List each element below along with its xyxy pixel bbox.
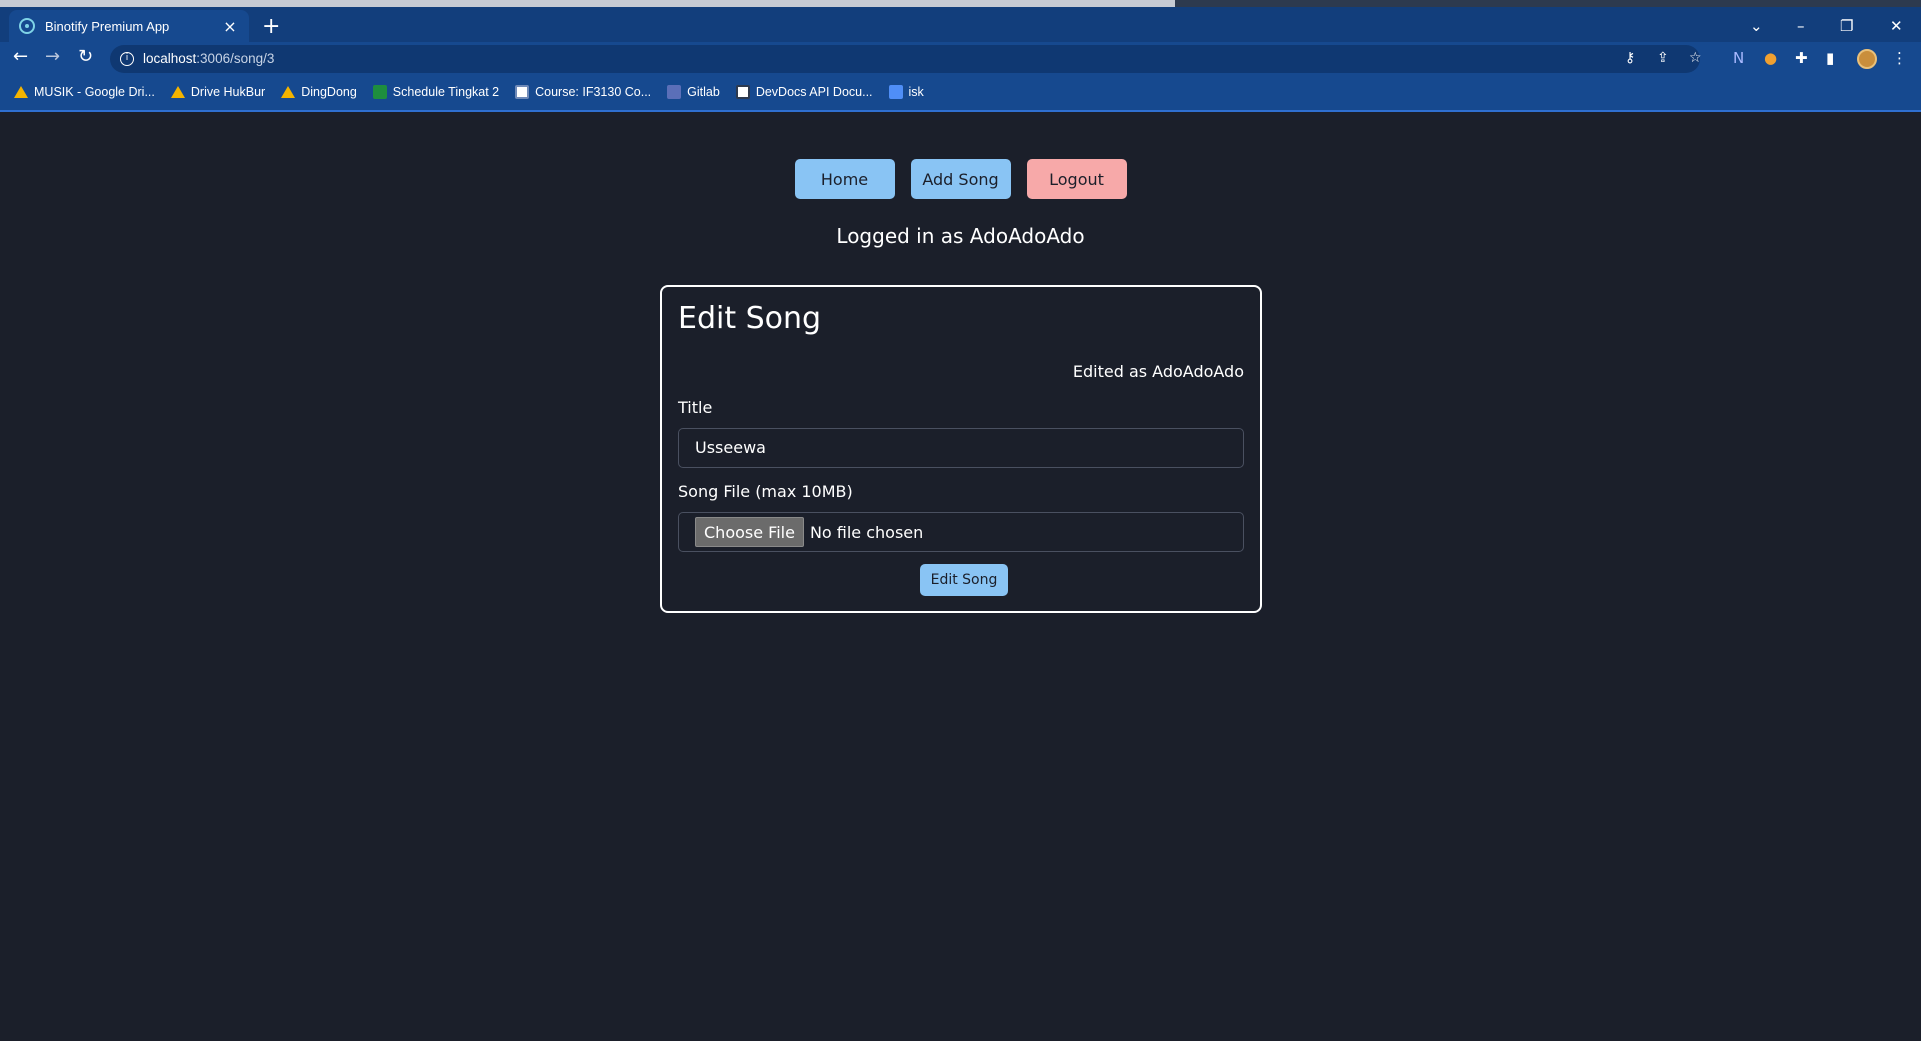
drive-icon	[170, 86, 185, 98]
gitlab-icon	[667, 85, 682, 99]
bookmark-label: DingDong	[301, 85, 357, 99]
bookmark-label: isk	[908, 85, 924, 99]
logout-button[interactable]: Logout	[1026, 159, 1127, 199]
bookmark-drive-hukbur[interactable]: Drive HukBur	[170, 85, 266, 99]
back-icon[interactable]: ←	[13, 48, 28, 66]
new-tab-button[interactable]: +	[262, 16, 280, 38]
forward-icon[interactable]: →	[45, 48, 60, 66]
restore-icon[interactable]: ❐	[1840, 17, 1853, 35]
url-path: :3006/song/3	[196, 51, 275, 66]
course-icon	[515, 85, 530, 99]
browser-chrome: Binotify Premium App × + ⌄ – ❐ ✕ ← → ↻ i…	[0, 0, 1921, 112]
menu-kebab-icon[interactable]: ⋮	[1892, 49, 1907, 67]
tab-strip: Binotify Premium App × + ⌄ – ❐ ✕	[0, 7, 1921, 42]
song-file-label: Song File (max 10MB)	[678, 482, 853, 501]
add-song-button[interactable]: Add Song	[910, 159, 1011, 199]
form-heading: Edit Song	[678, 301, 822, 336]
browser-tab[interactable]: Binotify Premium App ×	[9, 10, 249, 42]
share-icon[interactable]: ⇪	[1657, 50, 1669, 66]
main-nav: Home Add Song Logout	[0, 159, 1921, 199]
tab-search-icon[interactable]: ⌄	[1750, 17, 1763, 35]
profile-avatar[interactable]	[1857, 49, 1877, 69]
devdocs-icon	[735, 85, 750, 99]
edited-as-text: Edited as AdoAdoAdo	[1072, 362, 1244, 381]
bookmark-label: Drive HukBur	[190, 85, 266, 99]
password-key-icon[interactable]: ⚷	[1625, 50, 1635, 66]
bookmark-dingdong[interactable]: DingDong	[281, 85, 357, 99]
song-file-input[interactable]: Choose File No file chosen	[678, 512, 1244, 552]
reload-icon[interactable]: ↻	[78, 48, 93, 66]
browser-toolbar: ← → ↻ i localhost:3006/song/3 ⚷ ⇪ ☆ N ● …	[0, 42, 1921, 76]
minimize-icon[interactable]: –	[1797, 17, 1805, 35]
drive-icon	[281, 86, 296, 98]
home-button[interactable]: Home	[794, 159, 895, 199]
choose-file-button[interactable]: Choose File	[695, 517, 804, 547]
bookmark-schedule[interactable]: Schedule Tingkat 2	[372, 85, 500, 99]
bookmark-musik[interactable]: MUSIK - Google Dri...	[14, 85, 155, 99]
title-label: Title	[678, 398, 713, 417]
bookmark-devdocs[interactable]: DevDocs API Docu...	[735, 85, 873, 99]
close-window-icon[interactable]: ✕	[1890, 17, 1903, 35]
url-host: localhost	[143, 51, 197, 66]
extensions-puzzle-icon[interactable]: ✚	[1795, 49, 1808, 67]
edit-song-form: Edit Song Edited as AdoAdoAdo Title Usse…	[660, 285, 1262, 613]
bookmark-star-icon[interactable]: ☆	[1689, 50, 1702, 66]
cookie-extension-icon[interactable]: ●	[1764, 49, 1777, 67]
url-text: localhost:3006/song/3	[143, 51, 274, 66]
page-load-progress	[0, 0, 1921, 7]
bookmark-label: Schedule Tingkat 2	[392, 85, 500, 99]
drive-icon	[14, 86, 28, 98]
bookmarks-bar: MUSIK - Google Dri... Drive HukBur DingD…	[14, 81, 924, 103]
title-input[interactable]: Usseewa	[678, 428, 1244, 468]
react-favicon-icon	[19, 18, 35, 34]
bookmark-isk[interactable]: isk	[888, 85, 924, 99]
bookmark-gitlab[interactable]: Gitlab	[667, 85, 720, 99]
sheets-icon	[372, 85, 387, 99]
bookmark-label: DevDocs API Docu...	[755, 85, 873, 99]
no-file-chosen-text: No file chosen	[809, 522, 924, 542]
bookmark-label: Gitlab	[687, 85, 720, 99]
side-panel-icon[interactable]: ▮	[1826, 49, 1834, 67]
address-bar[interactable]: i localhost:3006/song/3 ⚷ ⇪ ☆	[110, 45, 1702, 73]
site-info-icon[interactable]: i	[120, 52, 134, 66]
extension-icon[interactable]: N	[1733, 49, 1744, 67]
bookmark-label: Course: IF3130 Co...	[535, 85, 652, 99]
bookmark-label: MUSIK - Google Dri...	[34, 85, 155, 99]
edit-song-submit-button[interactable]: Edit Song	[920, 564, 1008, 596]
tab-close-icon[interactable]: ×	[221, 17, 239, 36]
docs-icon	[888, 85, 903, 99]
bookmark-course[interactable]: Course: IF3130 Co...	[515, 85, 651, 99]
chrome-divider	[0, 110, 1921, 112]
logged-in-status: Logged in as AdoAdoAdo	[836, 224, 1085, 248]
tab-title: Binotify Premium App	[45, 18, 170, 34]
